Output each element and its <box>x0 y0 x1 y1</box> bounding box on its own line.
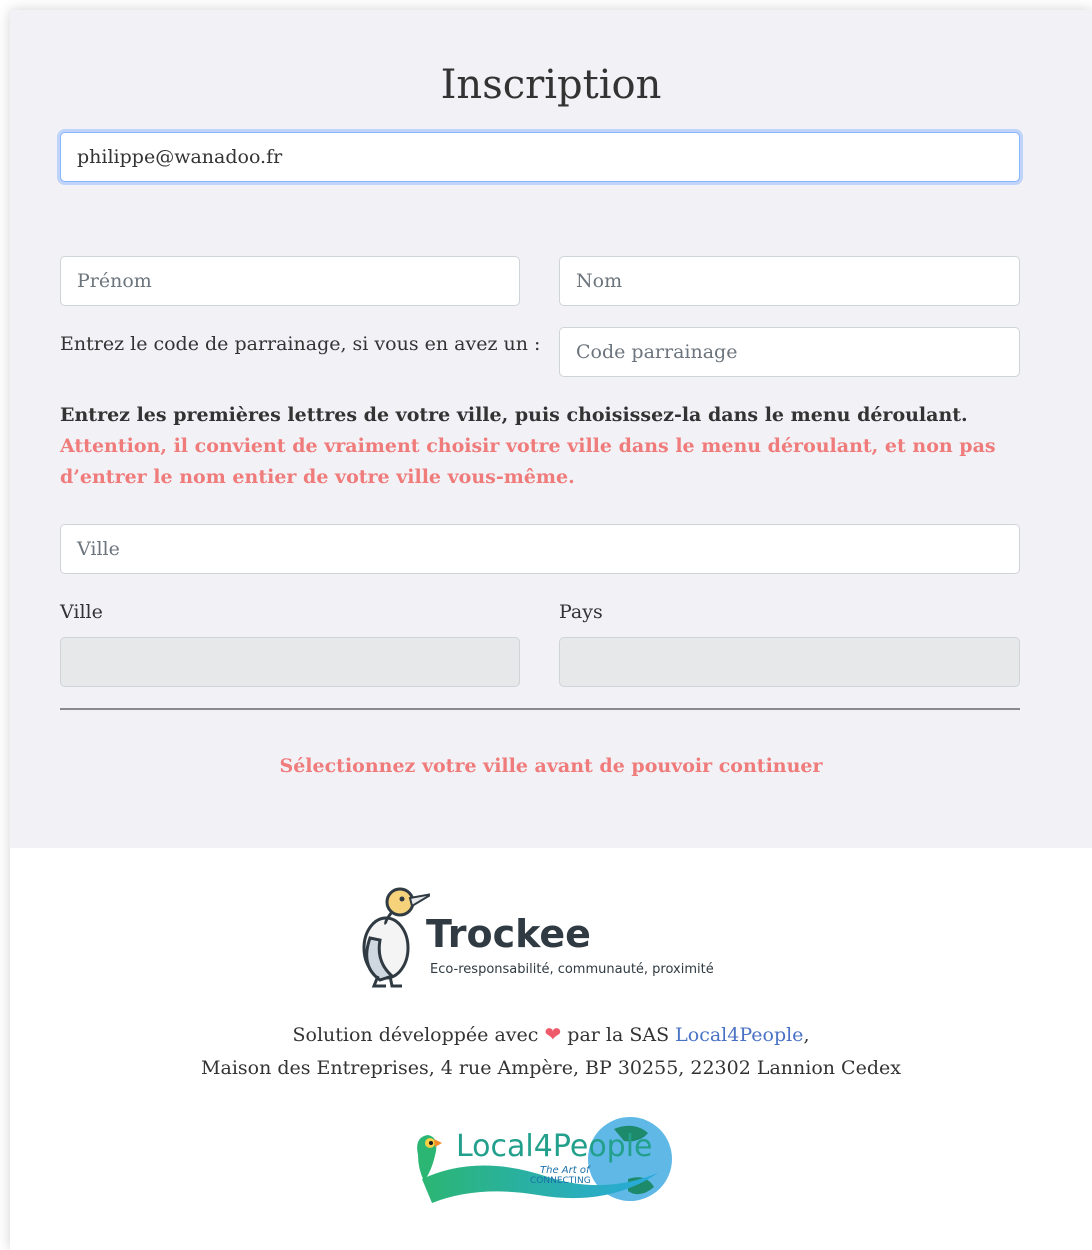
referral-code-field[interactable]: Code parrainage <box>559 327 1020 377</box>
city-search-field[interactable]: Ville <box>60 524 1020 574</box>
city-readonly-field <box>60 637 520 687</box>
credits-mid: par la SAS <box>567 1024 670 1046</box>
lastname-field[interactable]: Nom <box>559 256 1020 306</box>
city-search-placeholder: Ville <box>77 538 120 560</box>
company-link[interactable]: Local4People <box>675 1024 803 1046</box>
partner-logo-text: Local4People <box>456 1129 653 1164</box>
trockee-logo: Trockee Eco-responsabilité, communauté, … <box>340 876 740 991</box>
continue-warning: Sélectionnez votre ville avant de pouvoi… <box>279 755 823 777</box>
firstname-field[interactable]: Prénom <box>60 256 520 306</box>
email-value: philippe@wanadoo.fr <box>77 146 283 168</box>
credits-suffix: , <box>803 1024 810 1046</box>
company-address: Maison des Entreprises, 4 rue Ampère, BP… <box>201 1057 901 1079</box>
city-instruction-text: Entrez les premières lettres de votre vi… <box>60 404 968 426</box>
local4people-logo: Local4People The Art of CONNECTING <box>408 1103 678 1213</box>
country-readonly-field <box>559 637 1020 687</box>
lastname-placeholder: Nom <box>576 270 623 292</box>
city-instructions: Entrez les premières lettres de votre vi… <box>60 400 1020 493</box>
page-shell: Inscription philippe@wanadoo.fr Prénom N… <box>10 10 1092 1250</box>
credits: Solution développée avec ❤ par la SAS Lo… <box>10 1018 1092 1085</box>
country-label: Pays <box>559 601 603 623</box>
signup-form: Inscription philippe@wanadoo.fr Prénom N… <box>10 10 1092 848</box>
referral-placeholder: Code parrainage <box>576 341 738 363</box>
heart-icon: ❤ <box>544 1022 562 1046</box>
gannet-bird-logo <box>362 887 433 988</box>
partner-logo-tagline-2: CONNECTING <box>530 1176 591 1186</box>
footer: Trockee Eco-responsabilité, communauté, … <box>10 848 1092 1250</box>
brand-name: Trockee <box>426 912 591 956</box>
city-warning-text: Attention, il convient de vraiment chois… <box>60 435 996 488</box>
partner-logo-tagline-1: The Art of <box>540 1165 590 1176</box>
firstname-placeholder: Prénom <box>77 270 152 292</box>
city-label: Ville <box>60 601 103 623</box>
email-field[interactable]: philippe@wanadoo.fr <box>60 132 1020 182</box>
brand-tagline: Eco-responsabilité, communauté, proximit… <box>430 962 714 977</box>
form-divider <box>60 708 1020 710</box>
credits-prefix: Solution développée avec <box>292 1024 539 1046</box>
referral-label: Entrez le code de parrainage, si vous en… <box>60 333 541 355</box>
page-title: Inscription <box>440 62 662 108</box>
